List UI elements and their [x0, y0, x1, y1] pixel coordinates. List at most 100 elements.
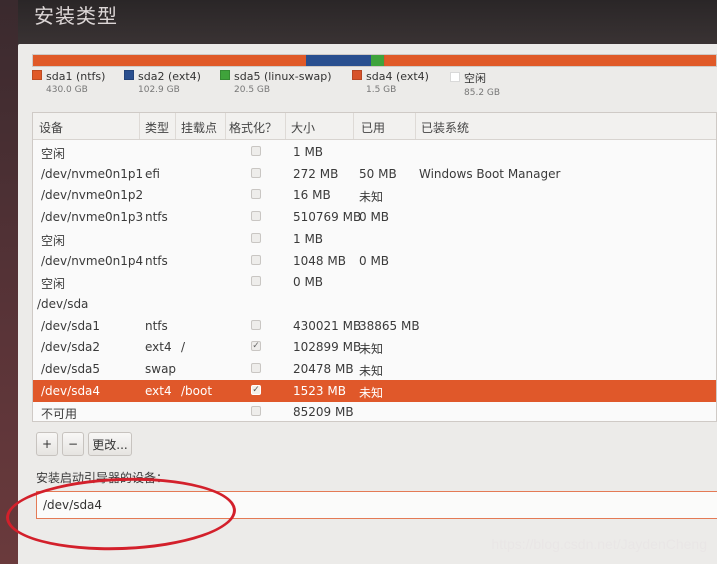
format-checkbox[interactable]	[251, 363, 261, 373]
cell-type: ntfs	[145, 210, 168, 225]
column-separator	[285, 113, 286, 139]
table-row[interactable]: 空闲 1 MB	[33, 228, 716, 250]
format-checkbox[interactable]	[251, 146, 261, 156]
partition-table[interactable]: 设备 类型 挂载点 格式化？ 大小 已用 已装系统 空闲 1 MB/dev/nvme0n1p1…	[32, 112, 717, 422]
disk-usage-legend: sda1 (ntfs) 430.0 GB sda2 (ext4) 102.9 GB sd…	[32, 70, 717, 102]
legend-swatch	[450, 72, 460, 82]
cell-system: Windows Boot Manager	[419, 166, 561, 181]
table-row[interactable]: /dev/sda	[33, 293, 716, 315]
disk-usage-bar	[32, 54, 717, 67]
usage-segment-sda5	[371, 55, 385, 66]
cell-used: 未知	[359, 342, 384, 357]
cell-type: ext4	[145, 383, 172, 398]
column-header[interactable]: 大小	[291, 119, 315, 136]
format-checkbox[interactable]	[251, 189, 261, 200]
cell-device: 空闲	[41, 277, 66, 292]
table-row[interactable]: /dev/nvme0n1p3 ntfs 510769 MB 0 MB	[33, 206, 716, 228]
cell-device: /dev/sda	[37, 296, 89, 311]
format-checkbox[interactable]	[251, 232, 261, 243]
cell-type: ntfs	[145, 318, 168, 333]
change-partition-button[interactable]: 更改...	[88, 432, 132, 456]
legend-size: 430.0 GB	[46, 85, 88, 95]
column-separator	[175, 113, 176, 139]
table-row[interactable]: /dev/nvme0n1p2 16 MB 未知	[33, 184, 716, 206]
table-row[interactable]: /dev/sda1 ntfs 430021 MB 38865 MB	[33, 315, 716, 337]
title-bar: 安装类型	[0, 0, 717, 46]
format-checkbox[interactable]	[251, 211, 261, 222]
format-checkbox[interactable]: ✓	[251, 384, 261, 395]
column-separator	[353, 113, 354, 139]
format-checkbox[interactable]	[251, 319, 261, 330]
cell-device: /dev/nvme0n1p1	[41, 166, 144, 181]
cell-used: 未知	[359, 385, 384, 400]
cell-type: ext4	[145, 340, 172, 355]
cell-mount: /boot	[181, 383, 213, 398]
column-separator	[415, 113, 416, 139]
cell-used: 未知	[359, 364, 384, 378]
table-row[interactable]: 空闲 0 MB	[33, 271, 716, 293]
remove-partition-button[interactable]: −	[62, 432, 84, 456]
cell-size: 1 MB	[293, 231, 324, 246]
legend-label: sda2 (ext4)	[138, 70, 201, 83]
cell-used: 0 MB	[359, 253, 390, 268]
table-row[interactable]: 空闲 1 MB	[33, 141, 716, 163]
usage-segment-free	[385, 55, 716, 66]
cell-size: 510769 MB	[293, 210, 362, 225]
partition-table-header: 设备 类型 挂载点 格式化？ 大小 已用 已装系统	[33, 113, 716, 140]
table-row[interactable]: /dev/nvme0n1p4 ntfs 1048 MB 0 MB	[33, 250, 716, 272]
legend-size: 85.2 GB	[464, 88, 501, 98]
format-checkbox[interactable]	[251, 406, 261, 417]
legend-swatch	[32, 70, 42, 80]
cell-used: 38865 MB	[359, 318, 420, 333]
cell-size: 430021 MB	[293, 318, 362, 333]
legend-label: sda4 (ext4)	[366, 70, 429, 83]
cell-size: 102899 MB	[293, 340, 362, 355]
legend-item: 空闲 85.2 GB	[450, 70, 500, 98]
cell-size: 272 MB	[293, 166, 339, 181]
window-left-frame	[0, 0, 18, 564]
watermark: https://blog.csdn.net/JaydenCheng	[491, 536, 707, 552]
cell-device: /dev/sda5	[41, 362, 101, 376]
cell-used: 未知	[359, 190, 384, 205]
table-row[interactable]: /dev/sda2 ext4 / 102899 MB 未知 ✓	[33, 336, 716, 358]
legend-swatch	[220, 70, 230, 80]
cell-size: 20478 MB	[293, 362, 354, 376]
column-header[interactable]: 已用	[361, 119, 385, 136]
format-checkbox[interactable]	[251, 254, 261, 265]
table-row[interactable]: /dev/sda4 ext4/boot 1523 MB 未知 ✓	[33, 379, 716, 402]
cell-mount: /	[181, 340, 186, 355]
table-row[interactable]: /dev/sda5 swap 20478 MB 未知	[33, 358, 716, 380]
usage-segment-sda2	[305, 55, 372, 66]
table-row[interactable]: 不可用 85209 MB	[33, 401, 716, 422]
cell-device: 空闲	[41, 233, 66, 248]
format-checkbox[interactable]	[251, 167, 261, 178]
legend-swatch	[124, 70, 134, 80]
cell-device: /dev/nvme0n1p2	[41, 188, 144, 203]
format-checkbox[interactable]	[251, 276, 261, 287]
legend-item: sda2 (ext4) 102.9 GB	[124, 70, 201, 95]
legend-label: sda5 (linux-swap)	[234, 70, 332, 83]
legend-label: 空闲	[464, 72, 486, 85]
cell-used: 50 MB	[359, 166, 397, 181]
cell-type: swap	[145, 362, 177, 376]
legend-size: 102.9 GB	[138, 85, 180, 95]
column-header[interactable]: 挂载点	[181, 119, 217, 136]
legend-label: sda1 (ntfs)	[46, 70, 106, 83]
cell-size: 85209 MB	[293, 405, 354, 420]
cell-size: 1048 MB	[293, 253, 346, 268]
column-header[interactable]: 类型	[145, 119, 169, 136]
column-header[interactable]: 设备	[39, 119, 63, 136]
cell-device: /dev/sda4	[41, 383, 101, 398]
cell-device: /dev/sda2	[41, 340, 101, 355]
column-header[interactable]: 格式化？	[229, 119, 277, 136]
add-partition-button[interactable]: +	[36, 432, 58, 456]
cell-size: 1523 MB	[293, 383, 346, 398]
cell-device: 空闲	[41, 147, 66, 161]
legend-item: sda4 (ext4) 1.5 GB	[352, 70, 429, 95]
column-header[interactable]: 已装系统	[421, 119, 469, 136]
legend-size: 1.5 GB	[366, 85, 397, 95]
cell-device: /dev/sda1	[41, 318, 101, 333]
table-row[interactable]: /dev/nvme0n1p1 efi 272 MB 50 MB Windows Boot…	[33, 163, 716, 185]
format-checkbox[interactable]: ✓	[251, 341, 261, 352]
cell-device: 不可用	[41, 407, 78, 422]
